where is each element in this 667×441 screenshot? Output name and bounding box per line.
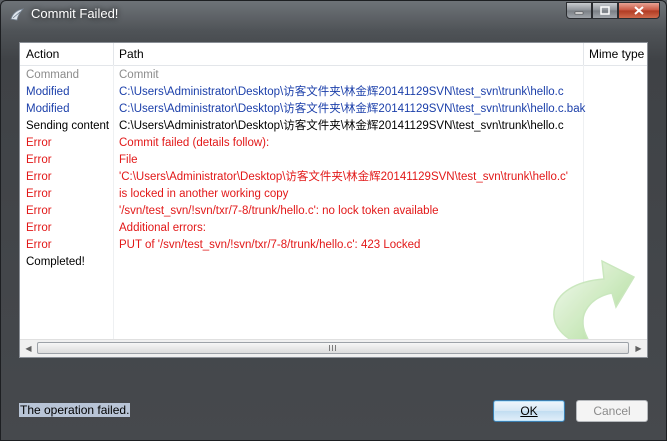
table-row[interactable]: Error '/svn/test_svn/!svn/txr/7-8/trunk/h…: [20, 203, 647, 220]
row-path: is locked in another working copy: [119, 188, 289, 200]
tortoise-svn-icon: [10, 8, 25, 21]
row-path: Commit: [119, 69, 159, 81]
row-path: File: [119, 154, 138, 166]
maximize-button[interactable]: [592, 2, 618, 19]
table-row[interactable]: Sending content C:\Users\Administrator\De…: [20, 118, 647, 135]
cancel-button[interactable]: Cancel: [576, 400, 648, 422]
commit-log-list[interactable]: Action Path Mime type Command Commit Modi…: [19, 42, 648, 358]
column-header-action[interactable]: Action: [20, 43, 112, 65]
table-row[interactable]: Completed!: [20, 254, 647, 271]
close-button[interactable]: [618, 2, 660, 19]
row-action: Modified: [26, 86, 70, 98]
row-action: Completed!: [26, 256, 85, 268]
row-action: Modified: [26, 103, 70, 115]
commit-failed-window: Commit Failed! Action Path Mime type Com…: [0, 0, 667, 441]
table-row[interactable]: Modified C:\Users\Administrator\Desktop\访…: [20, 101, 647, 118]
table-row[interactable]: Command Commit: [20, 67, 647, 84]
row-path: '/svn/test_svn/!svn/txr/7-8/trunk/hello.…: [119, 205, 439, 217]
row-action: Error: [26, 222, 52, 234]
ok-button[interactable]: OK: [493, 400, 565, 422]
cancel-button-label: Cancel: [593, 404, 631, 418]
row-action: Command: [26, 69, 80, 81]
column-header-mime-type[interactable]: Mime type: [583, 43, 647, 65]
row-action: Error: [26, 137, 52, 149]
table-row[interactable]: Error 'C:\Users\Administrator\Desktop\访客…: [20, 169, 647, 186]
table-row[interactable]: Modified C:\Users\Administrator\Desktop\访…: [20, 84, 647, 101]
row-path: PUT of '/svn/test_svn/!svn/txr/7-8/trunk…: [119, 239, 421, 251]
row-action: Error: [26, 171, 52, 183]
status-text: The operation failed.: [19, 403, 131, 417]
row-action: Error: [26, 239, 52, 251]
minimize-icon: [574, 11, 584, 14]
grip-icon: [328, 345, 338, 351]
scroll-left-arrow-icon[interactable]: ◀: [20, 340, 37, 356]
row-action: Error: [26, 188, 52, 200]
column-header-path[interactable]: Path: [113, 43, 583, 65]
scrollbar-thumb[interactable]: [37, 342, 629, 354]
log-rows: Command Commit Modified C:\Users\Administr…: [20, 67, 647, 271]
row-action: Sending content: [26, 120, 110, 132]
ok-button-label: OK: [520, 404, 538, 418]
table-row[interactable]: Error is locked in another working copy: [20, 186, 647, 203]
close-icon: [634, 6, 644, 15]
row-action: Error: [26, 205, 52, 217]
table-row[interactable]: Error File: [20, 152, 647, 169]
title-bar[interactable]: Commit Failed!: [1, 1, 666, 29]
table-row[interactable]: Error Additional errors:: [20, 220, 647, 237]
scroll-right-arrow-icon[interactable]: ▶: [630, 340, 647, 356]
window-title: Commit Failed!: [31, 6, 119, 21]
row-path: C:\Users\Administrator\Desktop\访客文件夹\林金辉…: [119, 103, 586, 115]
horizontal-scrollbar[interactable]: ◀ ▶: [20, 339, 647, 357]
list-header: Action Path Mime type: [20, 43, 647, 66]
row-path: Additional errors:: [119, 222, 206, 234]
table-row[interactable]: Error Commit failed (details follow):: [20, 135, 647, 152]
minimize-button[interactable]: [566, 2, 592, 19]
row-path: 'C:\Users\Administrator\Desktop\访客文件夹\林金…: [119, 171, 569, 183]
row-path: Commit failed (details follow):: [119, 137, 270, 149]
table-row[interactable]: Error PUT of '/svn/test_svn/!svn/txr/7-8/…: [20, 237, 647, 254]
row-action: Error: [26, 154, 52, 166]
row-path: C:\Users\Administrator\Desktop\访客文件夹\林金辉…: [119, 120, 564, 132]
row-path: C:\Users\Administrator\Desktop\访客文件夹\林金辉…: [119, 86, 564, 98]
maximize-icon: [600, 6, 610, 15]
